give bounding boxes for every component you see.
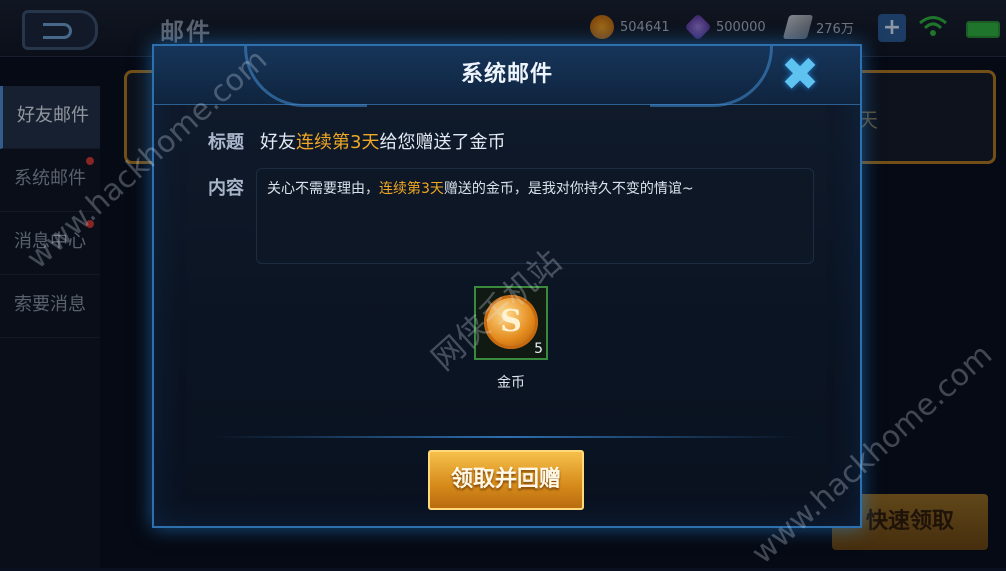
subject-prefix: 好友 (260, 132, 296, 153)
attachment-name: 金币 (497, 375, 525, 391)
subject-highlight: 连续第3天 (296, 132, 380, 153)
subject-label: 标题 (208, 132, 244, 153)
content-suffix: 赠送的金币，是我对你持久不变的情谊~ (443, 181, 694, 197)
attachment-count: 5 (534, 341, 543, 357)
claim-and-return-button[interactable]: 领取并回赠 (428, 450, 584, 510)
content-label: 内容 (208, 178, 244, 199)
mail-subject: 好友连续第3天给您赠送了金币 (260, 128, 505, 154)
mail-content: 关心不需要理由，连续第3天赠送的金币，是我对你持久不变的情谊~ (267, 178, 694, 198)
close-icon[interactable]: ✖ (776, 50, 824, 98)
content-prefix: 关心不需要理由， (267, 181, 379, 197)
subject-suffix: 给您赠送了金币 (379, 132, 506, 153)
divider (214, 436, 800, 438)
content-highlight: 连续第3天 (379, 181, 444, 197)
